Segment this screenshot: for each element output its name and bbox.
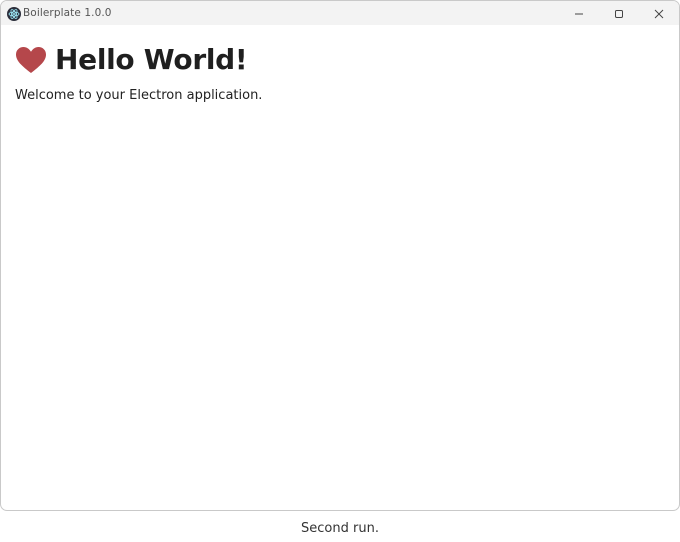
window-controls	[559, 1, 679, 25]
welcome-message: Welcome to your Electron application.	[15, 88, 263, 103]
page-heading: Hello World!	[15, 43, 665, 76]
app-content: Hello World! Welcome to your Electron ap…	[1, 25, 679, 103]
window-title: Boilerplate 1.0.0	[23, 7, 112, 19]
title-bar[interactable]: Boilerplate 1.0.0	[1, 1, 679, 25]
caption-text: Second run.	[301, 521, 379, 536]
page-title: Hello World!	[55, 43, 248, 76]
minimize-button[interactable]	[559, 1, 599, 25]
heart-icon	[15, 46, 47, 74]
electron-app-icon	[7, 6, 21, 21]
close-icon	[654, 4, 664, 23]
maximize-icon	[614, 4, 624, 23]
maximize-button[interactable]	[599, 1, 639, 25]
app-window: Boilerplate 1.0.0 Hello World! Welcome t…	[0, 0, 680, 511]
minimize-icon	[574, 4, 584, 23]
close-button[interactable]	[639, 1, 679, 25]
